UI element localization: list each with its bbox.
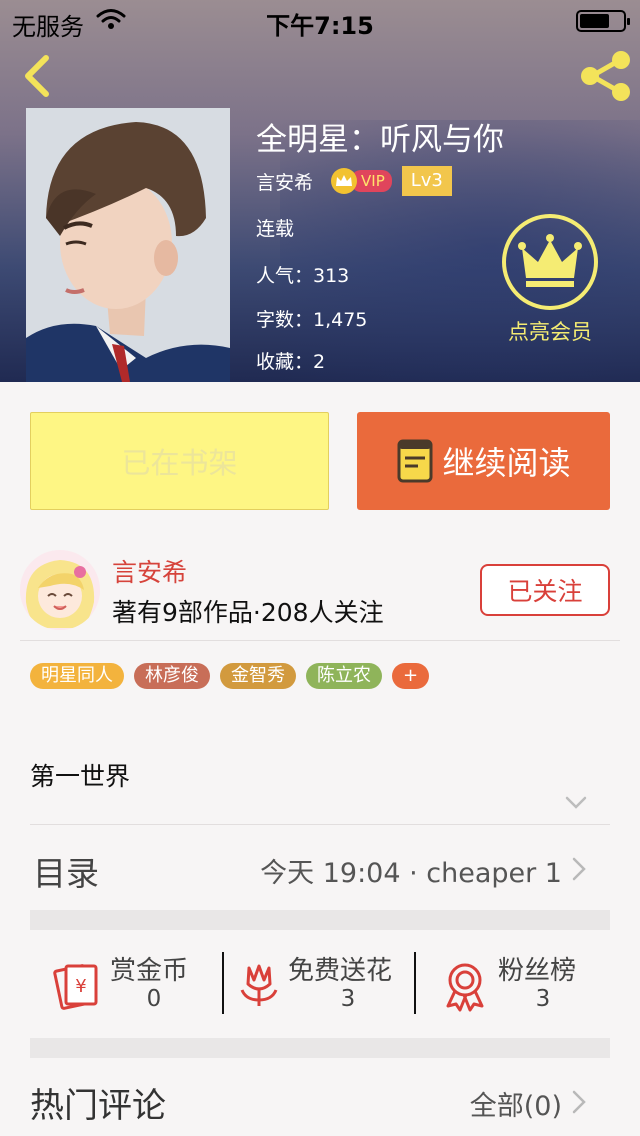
hot-comments-label: 热门评论: [30, 1086, 166, 1126]
share-icon[interactable]: [576, 48, 634, 104]
on-shelf-button[interactable]: 已在书架: [30, 412, 329, 510]
reward-coins-button[interactable]: ¥ 赏金币 0: [48, 950, 208, 1016]
follow-label: 已关注: [507, 577, 583, 606]
vip-label: VIP: [351, 170, 392, 192]
clock: 下午7:15: [266, 12, 374, 40]
medal-icon: [446, 963, 484, 1012]
vip-cta-button[interactable]: [502, 214, 598, 310]
author-card-name[interactable]: 言安希: [112, 553, 187, 589]
world-name: 第一世界: [30, 762, 131, 791]
on-shelf-label: 已在书架: [121, 446, 238, 480]
chevron-down-icon[interactable]: [565, 796, 587, 810]
add-tag-button[interactable]: +: [392, 663, 430, 689]
continue-reading-button[interactable]: 继续阅读: [357, 412, 610, 510]
book-author[interactable]: 言安希: [256, 168, 313, 195]
divider: [222, 952, 224, 1014]
book-cover[interactable]: [26, 108, 230, 382]
fan-ranking-button[interactable]: 粉丝榜 3: [438, 950, 598, 1016]
book-icon: [397, 439, 433, 483]
free-flowers-label: 免费送花: [288, 956, 393, 986]
follow-button[interactable]: 已关注: [480, 564, 610, 616]
book-popularity: 人气：313: [256, 265, 350, 287]
book-status: 连载: [256, 218, 295, 240]
reward-label: 赏金币: [110, 956, 189, 986]
chevron-right-icon[interactable]: [571, 1089, 587, 1115]
vip-cta-label[interactable]: 点亮会员: [490, 316, 610, 346]
fan-ranking-value: 3: [535, 986, 551, 1012]
battery-icon: [576, 10, 630, 32]
chevron-right-icon[interactable]: [571, 856, 587, 882]
flower-icon: [240, 964, 278, 1006]
tag-item[interactable]: 明星同人: [30, 663, 124, 689]
divider: [414, 952, 416, 1014]
red-envelope-icon: ¥: [53, 964, 98, 1010]
status-bar: 无服务 下午7:15: [0, 0, 640, 41]
continue-reading-label: 继续阅读: [442, 444, 571, 482]
tag-list: 明星同人 林彦俊 金智秀 陈立农 +: [30, 663, 430, 689]
battery-fill: [580, 14, 609, 28]
free-flowers-button[interactable]: 免费送花 3: [232, 950, 412, 1016]
reward-value: 0: [146, 986, 162, 1012]
chevron-left-icon[interactable]: [18, 52, 58, 100]
divider: [20, 640, 620, 641]
toc-label[interactable]: 目录: [33, 847, 99, 895]
section-separator: [30, 1038, 610, 1058]
author-card-stats: 著有9部作品·208人关注: [112, 598, 384, 627]
author-avatar[interactable]: [20, 550, 100, 630]
tag-item[interactable]: 金智秀: [220, 663, 296, 689]
fan-ranking-label: 粉丝榜: [498, 956, 577, 986]
all-comments-link[interactable]: 全部(0): [470, 1084, 562, 1123]
crown-icon: [518, 234, 582, 287]
cover-portrait: [26, 108, 230, 382]
vip-crown-icon: [331, 168, 358, 194]
vip-badge: VIP: [331, 168, 392, 194]
svg-text:¥: ¥: [75, 976, 86, 997]
free-flowers-value: 3: [340, 986, 356, 1012]
toc-latest-chapter[interactable]: 今天 19:04 · cheaper 1: [260, 851, 562, 890]
tag-item[interactable]: 陈立农: [306, 663, 382, 689]
book-title: 全明星：听风与你: [256, 122, 504, 158]
author-line: 言安希 VIP Lv3: [256, 166, 452, 196]
level-badge: Lv3: [401, 166, 452, 196]
section-separator: [30, 910, 610, 930]
divider: [30, 824, 610, 825]
book-header: 无服务 下午7:15 全明星：听风与你 言安希 VIP Lv3 连载 人气：31…: [0, 0, 640, 382]
book-favorites: 收藏：2: [256, 351, 326, 373]
tag-item[interactable]: 林彦俊: [134, 663, 210, 689]
book-word-count: 字数：1,475: [256, 309, 368, 331]
